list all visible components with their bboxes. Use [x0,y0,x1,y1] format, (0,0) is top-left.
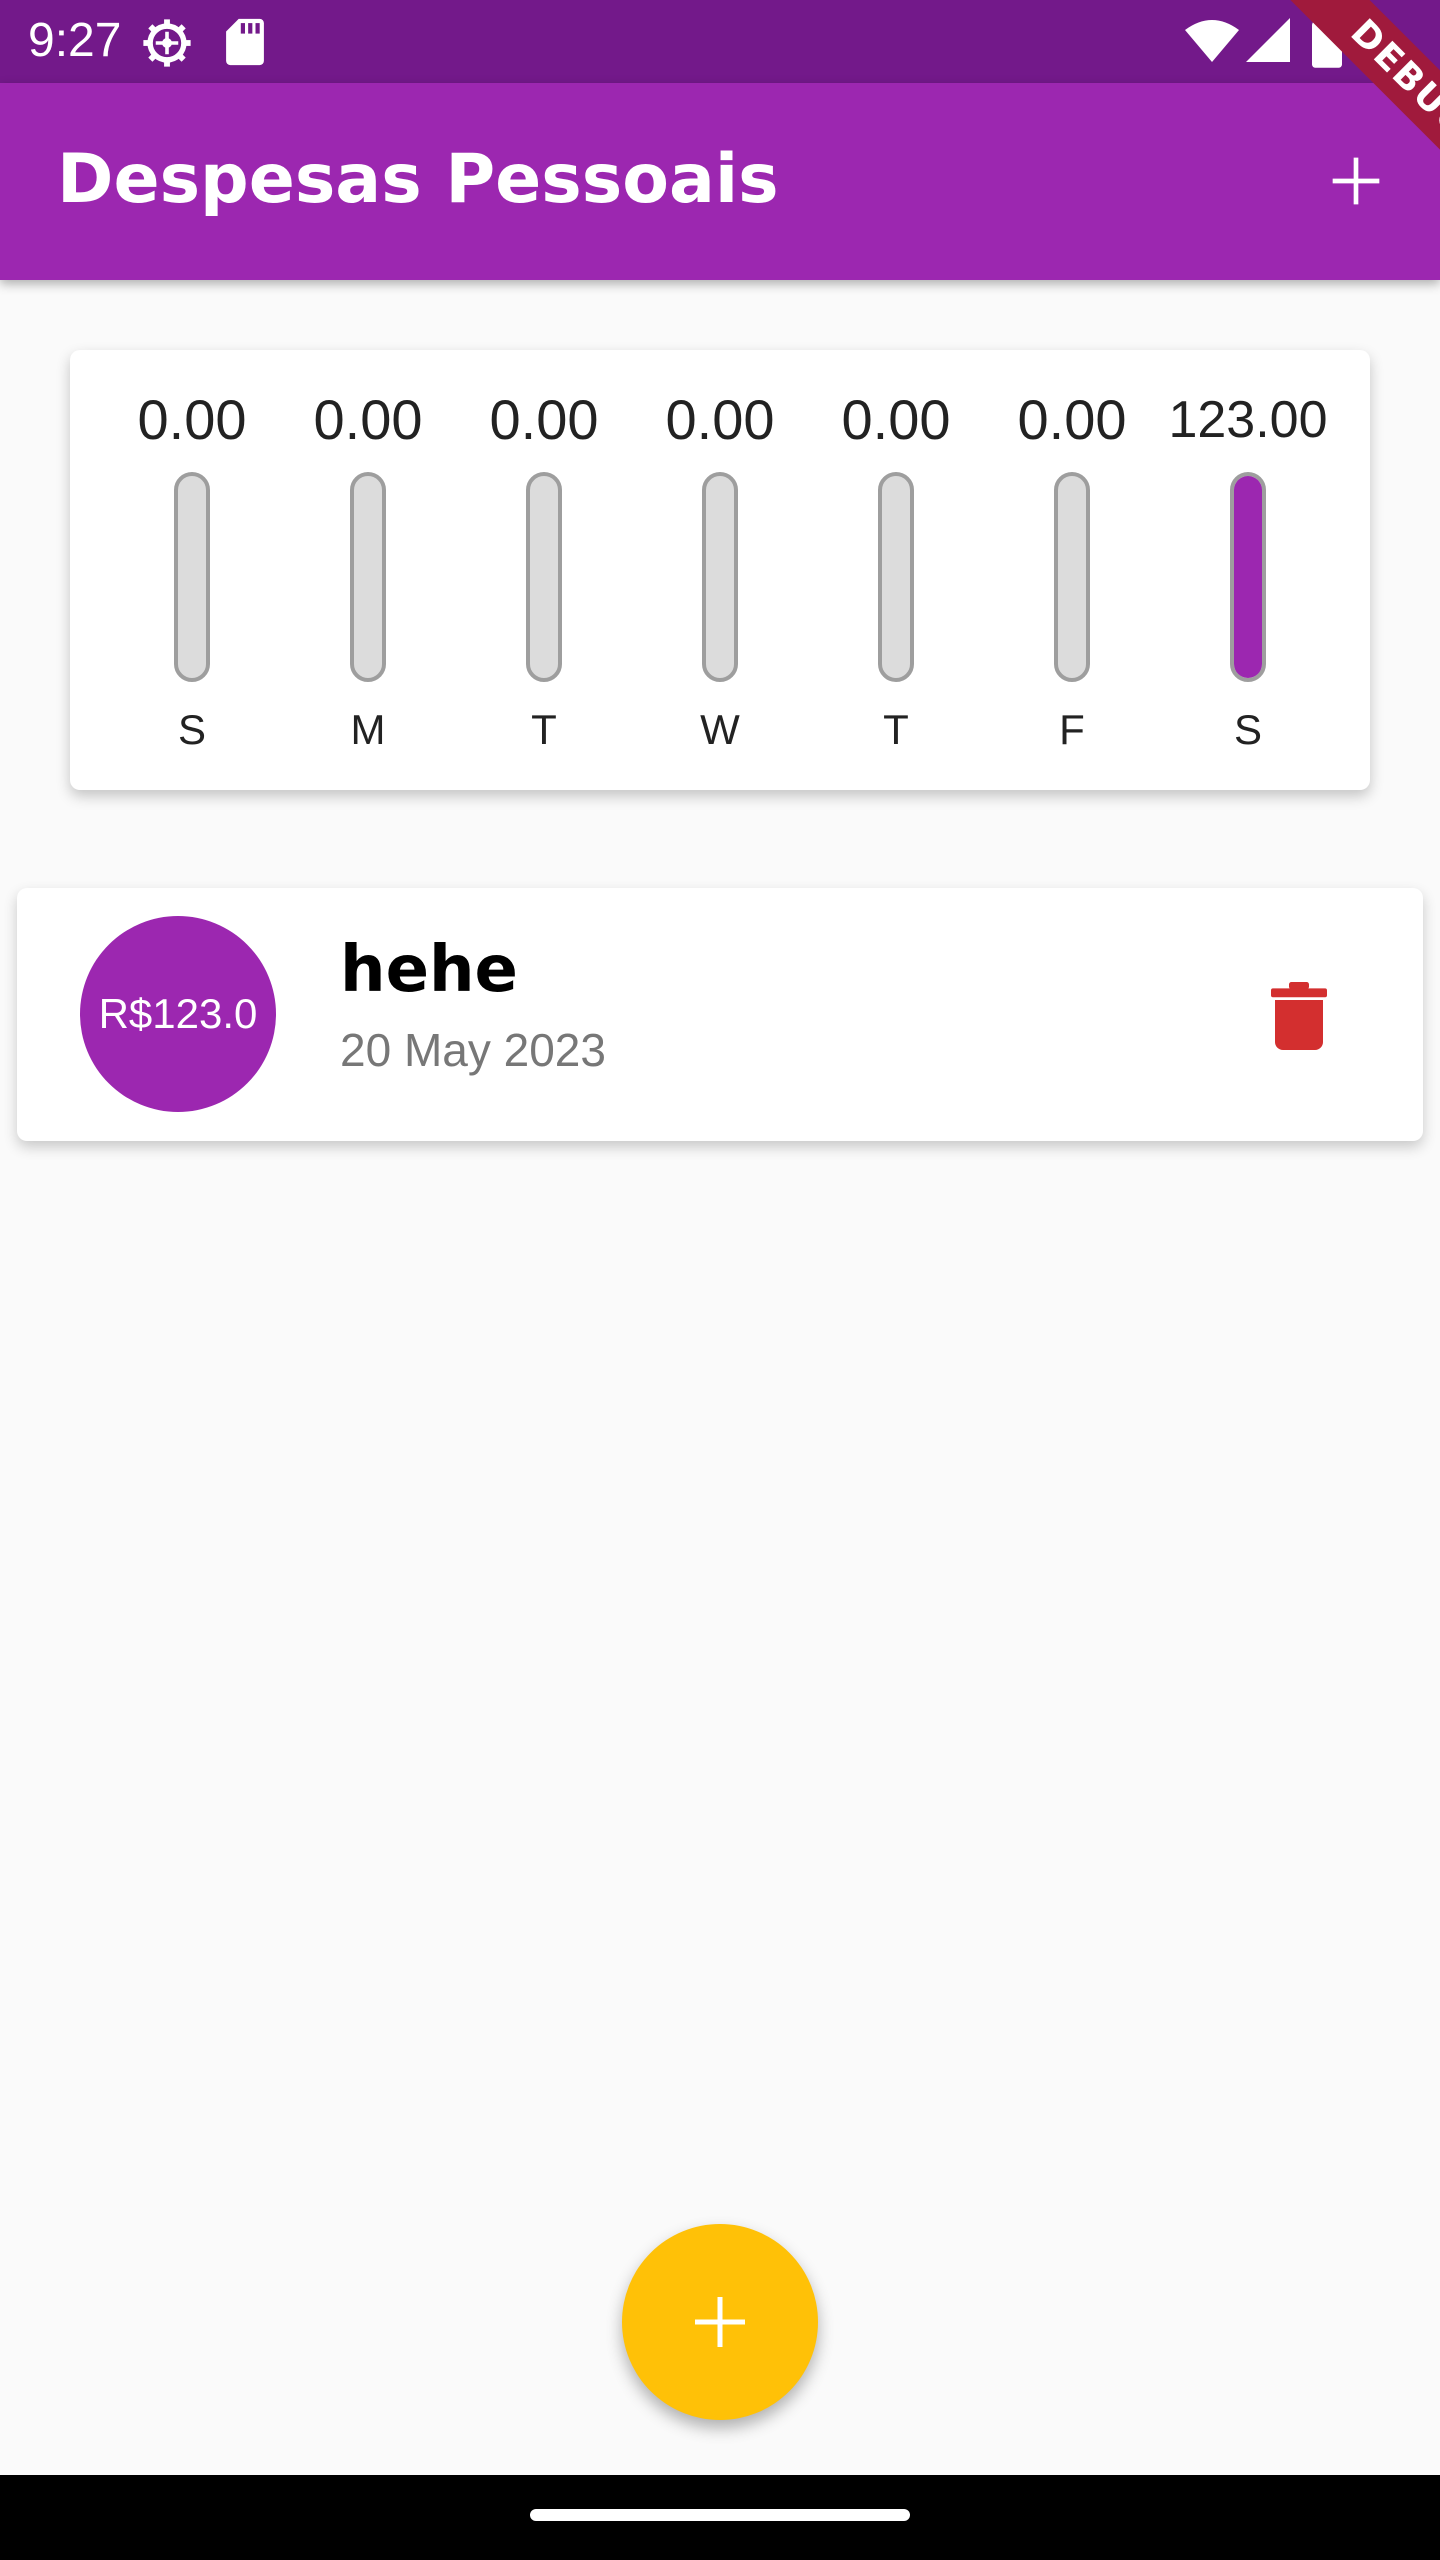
amount-avatar: R$123.0 [80,916,276,1112]
sd-card-icon [226,18,264,66]
chart-value: 0.00 [313,388,423,451]
chart-bar-track [878,472,914,682]
chart-day-label: T [531,706,557,753]
chart-column: 0.00 T [808,350,984,790]
status-time: 9:27 [28,14,122,67]
chart-bar-fill [1234,476,1262,678]
trash-icon [1271,982,1327,1050]
chart-column: 0.00 S [104,350,280,790]
battery-icon [1312,16,1342,68]
chart-column: 0.00 W [632,350,808,790]
chart-value: 0.00 [489,388,599,451]
chart-column: 123.00 S [1160,350,1336,790]
add-icon [1332,157,1380,205]
chart-bar-track [702,472,738,682]
transaction-title: hehe [340,933,518,1007]
chart-day-label: W [700,706,740,753]
chart-day-label: T [883,706,909,753]
page-title: Despesas Pessoais [57,140,779,219]
chart-day-label: F [1059,706,1085,753]
transaction-card: R$123.0 hehe 20 May 2023 [17,888,1423,1141]
chart-day-label: S [1233,706,1262,753]
gear-icon [143,19,191,67]
add-icon [695,2297,745,2347]
chart-value: 0.00 [1017,388,1127,451]
chart-value: 0.00 [137,388,247,451]
chart-bar-track [526,472,562,682]
chart-value: 0.00 [665,388,775,451]
chart-bar-track [1054,472,1090,682]
add-transaction-fab[interactable] [622,2224,818,2420]
app-bar: Despesas Pessoais [0,83,1440,280]
status-bar: 9:27 [0,0,1440,83]
chart-bar-track [350,472,386,682]
chart-day-label: S [177,706,206,753]
chart-column: 0.00 F [984,350,1160,790]
chart-value: 123.00 [1168,391,1328,449]
add-expense-button[interactable] [1300,125,1412,237]
chart-day-label: M [350,706,386,753]
chart-column: 0.00 T [456,350,632,790]
chart-value: 0.00 [841,388,951,451]
transaction-date: 20 May 2023 [340,1024,606,1076]
weekly-chart: 0.00 S 0.00 M 0.00 T 0.00 W 0.00 T 0.00 … [70,350,1370,790]
delete-transaction-button[interactable] [1237,954,1361,1078]
chart-column: 0.00 M [280,350,456,790]
system-nav-bar [0,2475,1440,2560]
signal-icon [1246,18,1290,62]
home-gesture-handle[interactable] [530,2509,910,2521]
chart-bar-track [1230,472,1266,682]
wifi-icon [1185,20,1239,62]
chart-bar-track [174,472,210,682]
